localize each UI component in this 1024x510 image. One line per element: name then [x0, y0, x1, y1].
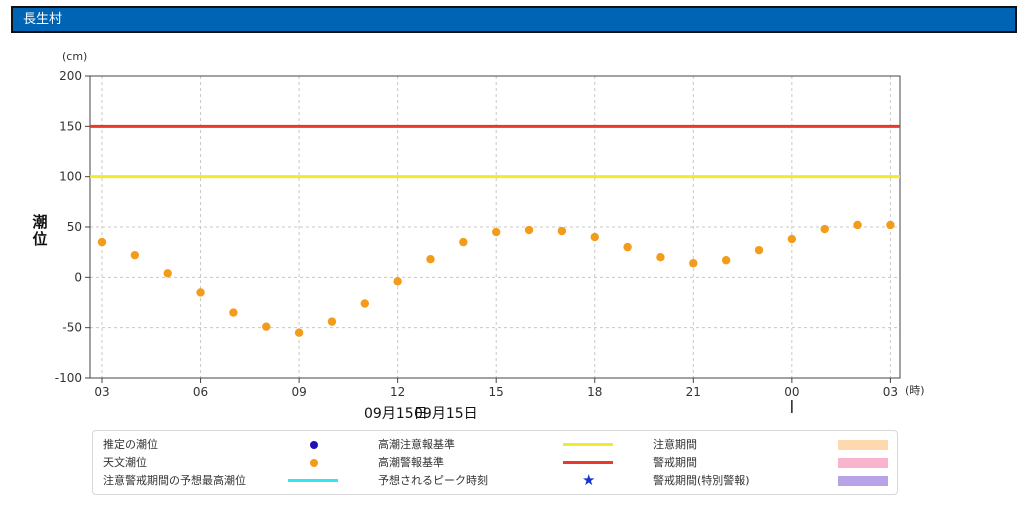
astronomical-tide-point — [853, 220, 862, 230]
astronomical-tide-point — [97, 237, 107, 247]
astronomical-tide-point — [130, 250, 140, 260]
astronomical-tide-point — [163, 269, 172, 278]
legend-peak-time-label: 予想されるピーク時刻 — [378, 474, 488, 487]
astronomical-tide-point — [886, 220, 895, 230]
x-tick-label: 18 — [587, 385, 602, 399]
astronomical-tide-point — [721, 256, 731, 265]
astronomical-tide-point — [393, 277, 402, 286]
astronomical-tide-point — [820, 224, 829, 234]
astronomical-tide-point — [787, 234, 797, 244]
x-tick-label: 21 — [686, 385, 701, 399]
y-tick-label: -100 — [55, 371, 82, 385]
astronomical-tide-point — [294, 328, 304, 337]
y-axis-label-char: 潮 — [32, 213, 47, 231]
legend-advisory-period-label: 注意期間 — [653, 438, 697, 451]
astronomical-tide-point — [262, 322, 271, 331]
y-tick-label: 100 — [59, 170, 82, 184]
tide-chart: 200 150 100 50 0 -50 -100 03 06 09 12 15 18 21 00 03 (cm… — [32, 50, 925, 422]
astronomical-tide-point — [459, 237, 468, 247]
x-tick-label: 03 — [94, 385, 109, 399]
station-title-bar: 長生村 — [11, 6, 1017, 33]
astronomical-tide-point — [360, 299, 369, 308]
y-tick-label: 200 — [59, 69, 82, 83]
x-tick-label: 15 — [489, 385, 504, 399]
astronomical-tide-point — [327, 317, 337, 326]
legend-warning-base-label: 高潮警報基準 — [378, 456, 444, 469]
astronomical-tide-point — [557, 226, 567, 236]
chart-legend: 推定の潮位 高潮注意報基準 注意期間 天文潮位 高潮警報基準 警戒期間 注意警戒… — [92, 430, 898, 495]
station-title: 長生村 — [23, 12, 63, 27]
astronomical-tide-point — [426, 255, 435, 264]
x-tick-label: 09 — [291, 385, 306, 399]
legend-row-1: 推定の潮位 高潮注意報基準 注意期間 — [93, 436, 897, 454]
y-tick-label: 50 — [67, 220, 82, 234]
astronomical-tide-point — [656, 253, 665, 262]
y-tick-label: -50 — [62, 321, 82, 335]
legend-special-period-label: 警戒期間(特別警報) — [653, 474, 750, 487]
x-tick-label: 00 — [784, 385, 799, 399]
legend-advisory-base-label: 高潮注意報基準 — [378, 438, 455, 451]
date-label-overlap: 09月15日 — [414, 406, 478, 422]
astronomical-tide-point — [590, 232, 599, 242]
y-tick-label: 0 — [74, 270, 82, 284]
y-axis-label-char: 位 — [32, 230, 47, 248]
astronomical-tide-point — [754, 245, 764, 255]
legend-estimated-label: 推定の潮位 — [103, 438, 158, 451]
legend-max-level-label: 注意警戒期間の予想最高潮位 — [103, 474, 246, 487]
y-unit-label: (cm) — [62, 50, 87, 63]
astronomical-tide-point — [229, 308, 238, 317]
x-tick-label: 03 — [883, 385, 898, 399]
astronomical-tide-point — [196, 288, 205, 297]
x-unit-label: (時) — [905, 384, 925, 397]
astronomical-tide-point — [524, 225, 534, 235]
astronomical-tide-point — [492, 227, 501, 237]
x-tick-label: 12 — [390, 385, 405, 399]
legend-astronomical-label: 天文潮位 — [103, 456, 147, 469]
legend-row-3: 注意警戒期間の予想最高潮位 予想されるピーク時刻 ★ 警戒期間(特別警報) — [93, 471, 897, 490]
y-tick-label: 150 — [59, 119, 82, 133]
astronomical-tide-point — [623, 242, 632, 252]
x-tick-label: 06 — [193, 385, 208, 399]
legend-row-2: 天文潮位 高潮警報基準 警戒期間 — [93, 454, 897, 472]
legend-warning-period-label: 警戒期間 — [653, 456, 697, 469]
astronomical-tide-point — [689, 259, 698, 268]
